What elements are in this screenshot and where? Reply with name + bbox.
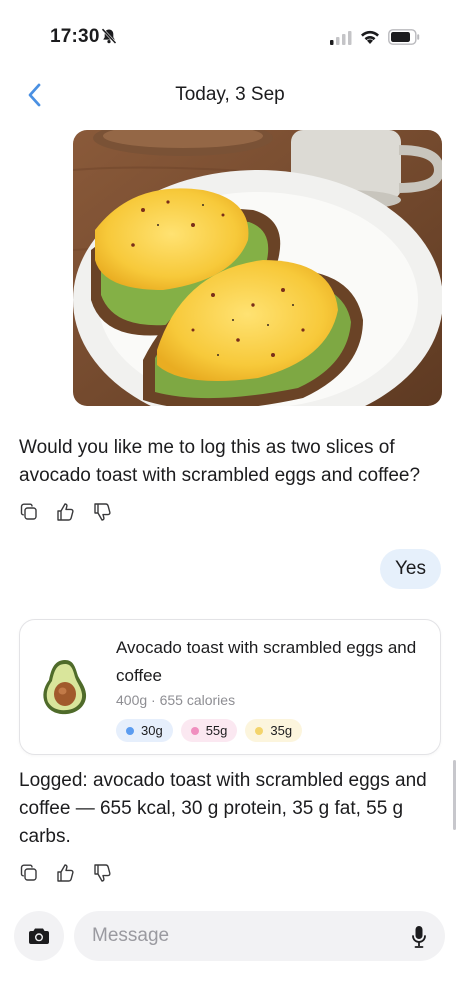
- wifi-icon: [360, 29, 380, 50]
- bell-slash-icon: [100, 27, 118, 50]
- food-meta: 400g · 655 calories: [116, 692, 236, 708]
- food-photo[interactable]: [73, 130, 442, 406]
- carbs-dot: [190, 726, 199, 735]
- mic-button[interactable]: [408, 924, 430, 950]
- battery-icon: [388, 29, 420, 50]
- macro-list: 30g 55g 35g: [116, 719, 303, 742]
- message-actions: [19, 861, 113, 885]
- food-title: Avocado toast with scrambled eggs and co…: [116, 638, 417, 685]
- protein-dot: [126, 726, 134, 735]
- macro-protein-badge: 30g: [116, 719, 173, 742]
- copy-icon[interactable]: [19, 862, 39, 884]
- thumbs-up-icon[interactable]: [56, 862, 76, 884]
- signal-icon: [330, 31, 352, 50]
- thumbs-up-icon[interactable]: [56, 501, 76, 523]
- thumbs-down-icon[interactable]: [93, 501, 113, 523]
- composer: [0, 900, 460, 972]
- mic-icon: [412, 926, 426, 948]
- camera-icon: [29, 928, 49, 944]
- macro-fat-value: 35g: [270, 723, 293, 738]
- camera-button[interactable]: [14, 911, 64, 961]
- macro-carbs-value: 55g: [205, 723, 228, 738]
- fat-dot: [255, 726, 264, 735]
- copy-icon[interactable]: [19, 501, 39, 523]
- message-actions: [19, 500, 113, 524]
- assistant-message: Would you like me to log this as two sli…: [19, 437, 421, 486]
- assistant-message: Logged: avocado toast with scrambled egg…: [19, 770, 427, 847]
- nav-bar: Today, 3 Sep: [0, 72, 460, 118]
- macro-fat-badge: 35g: [245, 719, 303, 742]
- status-time: 17:30: [50, 26, 100, 47]
- thumbs-down-icon[interactable]: [93, 862, 113, 884]
- macro-carbs-badge: 55g: [180, 719, 238, 742]
- page-title: Today, 3 Sep: [175, 84, 285, 105]
- food-log-card[interactable]: Avocado toast with scrambled eggs and co…: [19, 619, 441, 755]
- status-bar: 17:30: [0, 0, 460, 70]
- avocado-icon: [40, 658, 90, 721]
- macro-protein-value: 30g: [141, 723, 163, 738]
- message-input[interactable]: [74, 911, 445, 961]
- user-message: Yes: [380, 549, 441, 589]
- scrollbar[interactable]: [453, 760, 456, 830]
